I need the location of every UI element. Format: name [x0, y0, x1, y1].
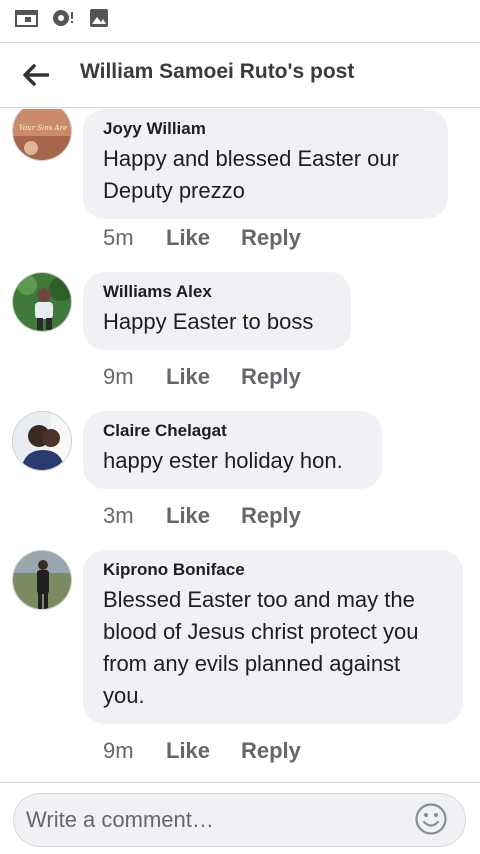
comment-composer: Write a comment… — [0, 782, 480, 854]
avatar[interactable] — [12, 411, 72, 471]
reply-button[interactable]: Reply — [241, 364, 301, 390]
like-button[interactable]: Like — [166, 738, 241, 764]
reply-button[interactable]: Reply — [241, 503, 301, 529]
image-icon — [89, 8, 109, 28]
comment-bubble: Claire Chelagat happy ester holiday hon. — [83, 411, 382, 489]
comment-actions: 3m Like Reply — [103, 501, 301, 531]
camera-notification-icon — [52, 8, 76, 28]
comment-timestamp: 5m — [103, 225, 134, 250]
comment-bubble: Kiprono Boniface Blessed Easter too and … — [83, 550, 463, 724]
like-button[interactable]: Like — [166, 503, 241, 529]
avatar[interactable]: Your Sins Are — [12, 109, 72, 161]
calendar-icon — [15, 8, 39, 28]
comment-actions: 5m Like Reply — [103, 223, 301, 253]
comment-timestamp: 3m — [103, 503, 134, 528]
comment-author[interactable]: Claire Chelagat — [103, 421, 362, 441]
arrow-left-icon — [23, 63, 50, 91]
comment-text: Happy and blessed Easter our Deputy prez… — [103, 146, 399, 203]
post-header: William Samoei Ruto's post — [0, 42, 480, 108]
avatar[interactable] — [12, 272, 72, 332]
comment-author[interactable]: Williams Alex — [103, 282, 331, 302]
avatar[interactable] — [12, 550, 72, 610]
reply-button[interactable]: Reply — [241, 225, 301, 251]
comment-actions: 9m Like Reply — [103, 736, 301, 766]
svg-text:Your Sins Are: Your Sins Are — [19, 124, 67, 132]
page-title: William Samoei Ruto's post — [80, 60, 355, 83]
comment-timestamp: 9m — [103, 364, 134, 389]
comment-text: Blessed Easter too and may the blood of … — [103, 587, 419, 708]
reply-button[interactable]: Reply — [241, 738, 301, 764]
comment-author[interactable]: Kiprono Boniface — [103, 560, 443, 580]
comment-timestamp: 9m — [103, 738, 134, 763]
like-button[interactable]: Like — [166, 364, 241, 390]
comment-list[interactable]: Your Sins Are Joyy William Happy and ble… — [0, 109, 480, 782]
comment-input[interactable]: Write a comment… — [13, 793, 466, 847]
back-button[interactable] — [16, 57, 56, 97]
like-button[interactable]: Like — [166, 225, 241, 251]
comment-actions: 9m Like Reply — [103, 362, 301, 392]
smiley-icon[interactable] — [414, 802, 448, 836]
comment-author[interactable]: Joyy William — [103, 119, 428, 139]
status-bar — [0, 0, 480, 42]
comment-text: Happy Easter to boss — [103, 309, 314, 334]
comment-bubble: Joyy William Happy and blessed Easter ou… — [83, 109, 448, 219]
comment-bubble: Williams Alex Happy Easter to boss — [83, 272, 351, 350]
comment-text: happy ester holiday hon. — [103, 448, 343, 473]
